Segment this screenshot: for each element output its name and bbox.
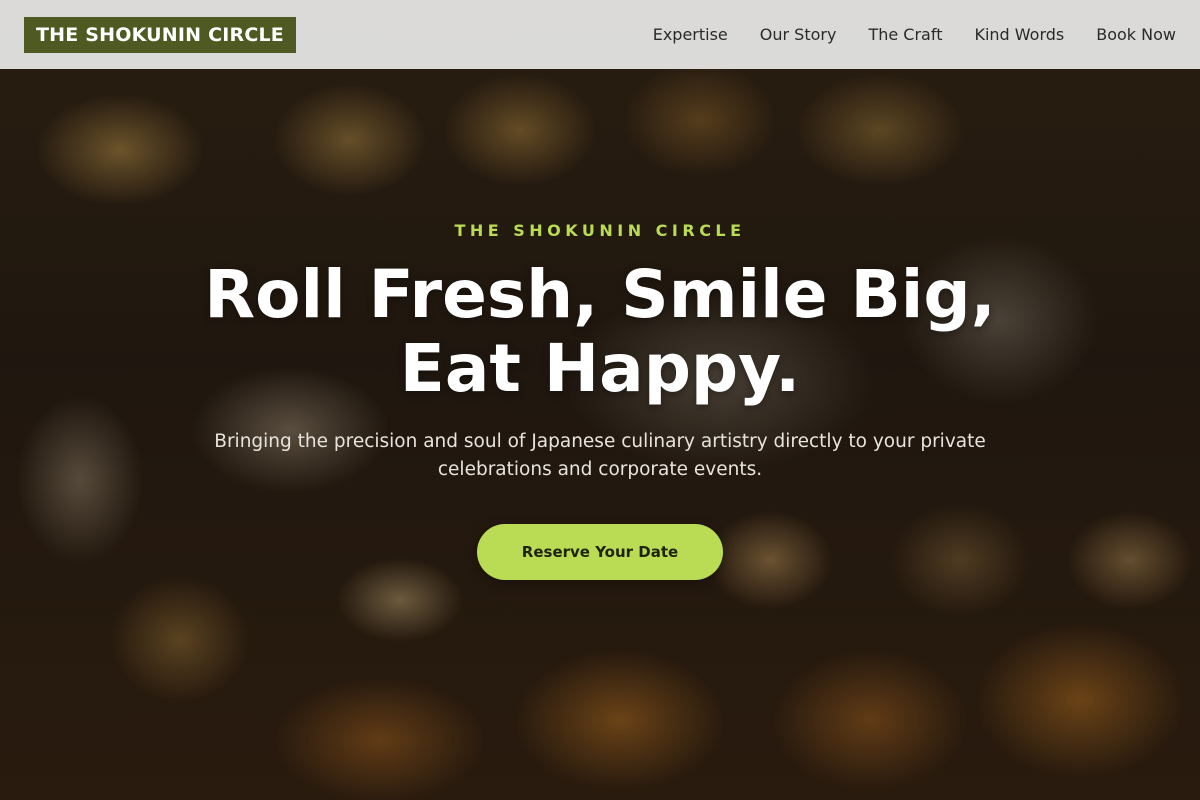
hero-subtext: Bringing the precision and soul of Japan…	[214, 431, 986, 480]
hero-eyebrow: THE SHOKUNIN CIRCLE	[454, 221, 746, 240]
reserve-date-button[interactable]: Reserve Your Date	[477, 524, 723, 580]
hero-section: THE SHOKUNIN CIRCLE Roll Fresh, Smile Bi…	[0, 0, 1200, 800]
hero-headline-line1: Roll Fresh, Smile Big,	[204, 256, 996, 333]
hero-headline-line2: Eat Happy.	[399, 330, 801, 407]
hero-headline: Roll Fresh, Smile Big, Eat Happy.	[100, 258, 1100, 406]
